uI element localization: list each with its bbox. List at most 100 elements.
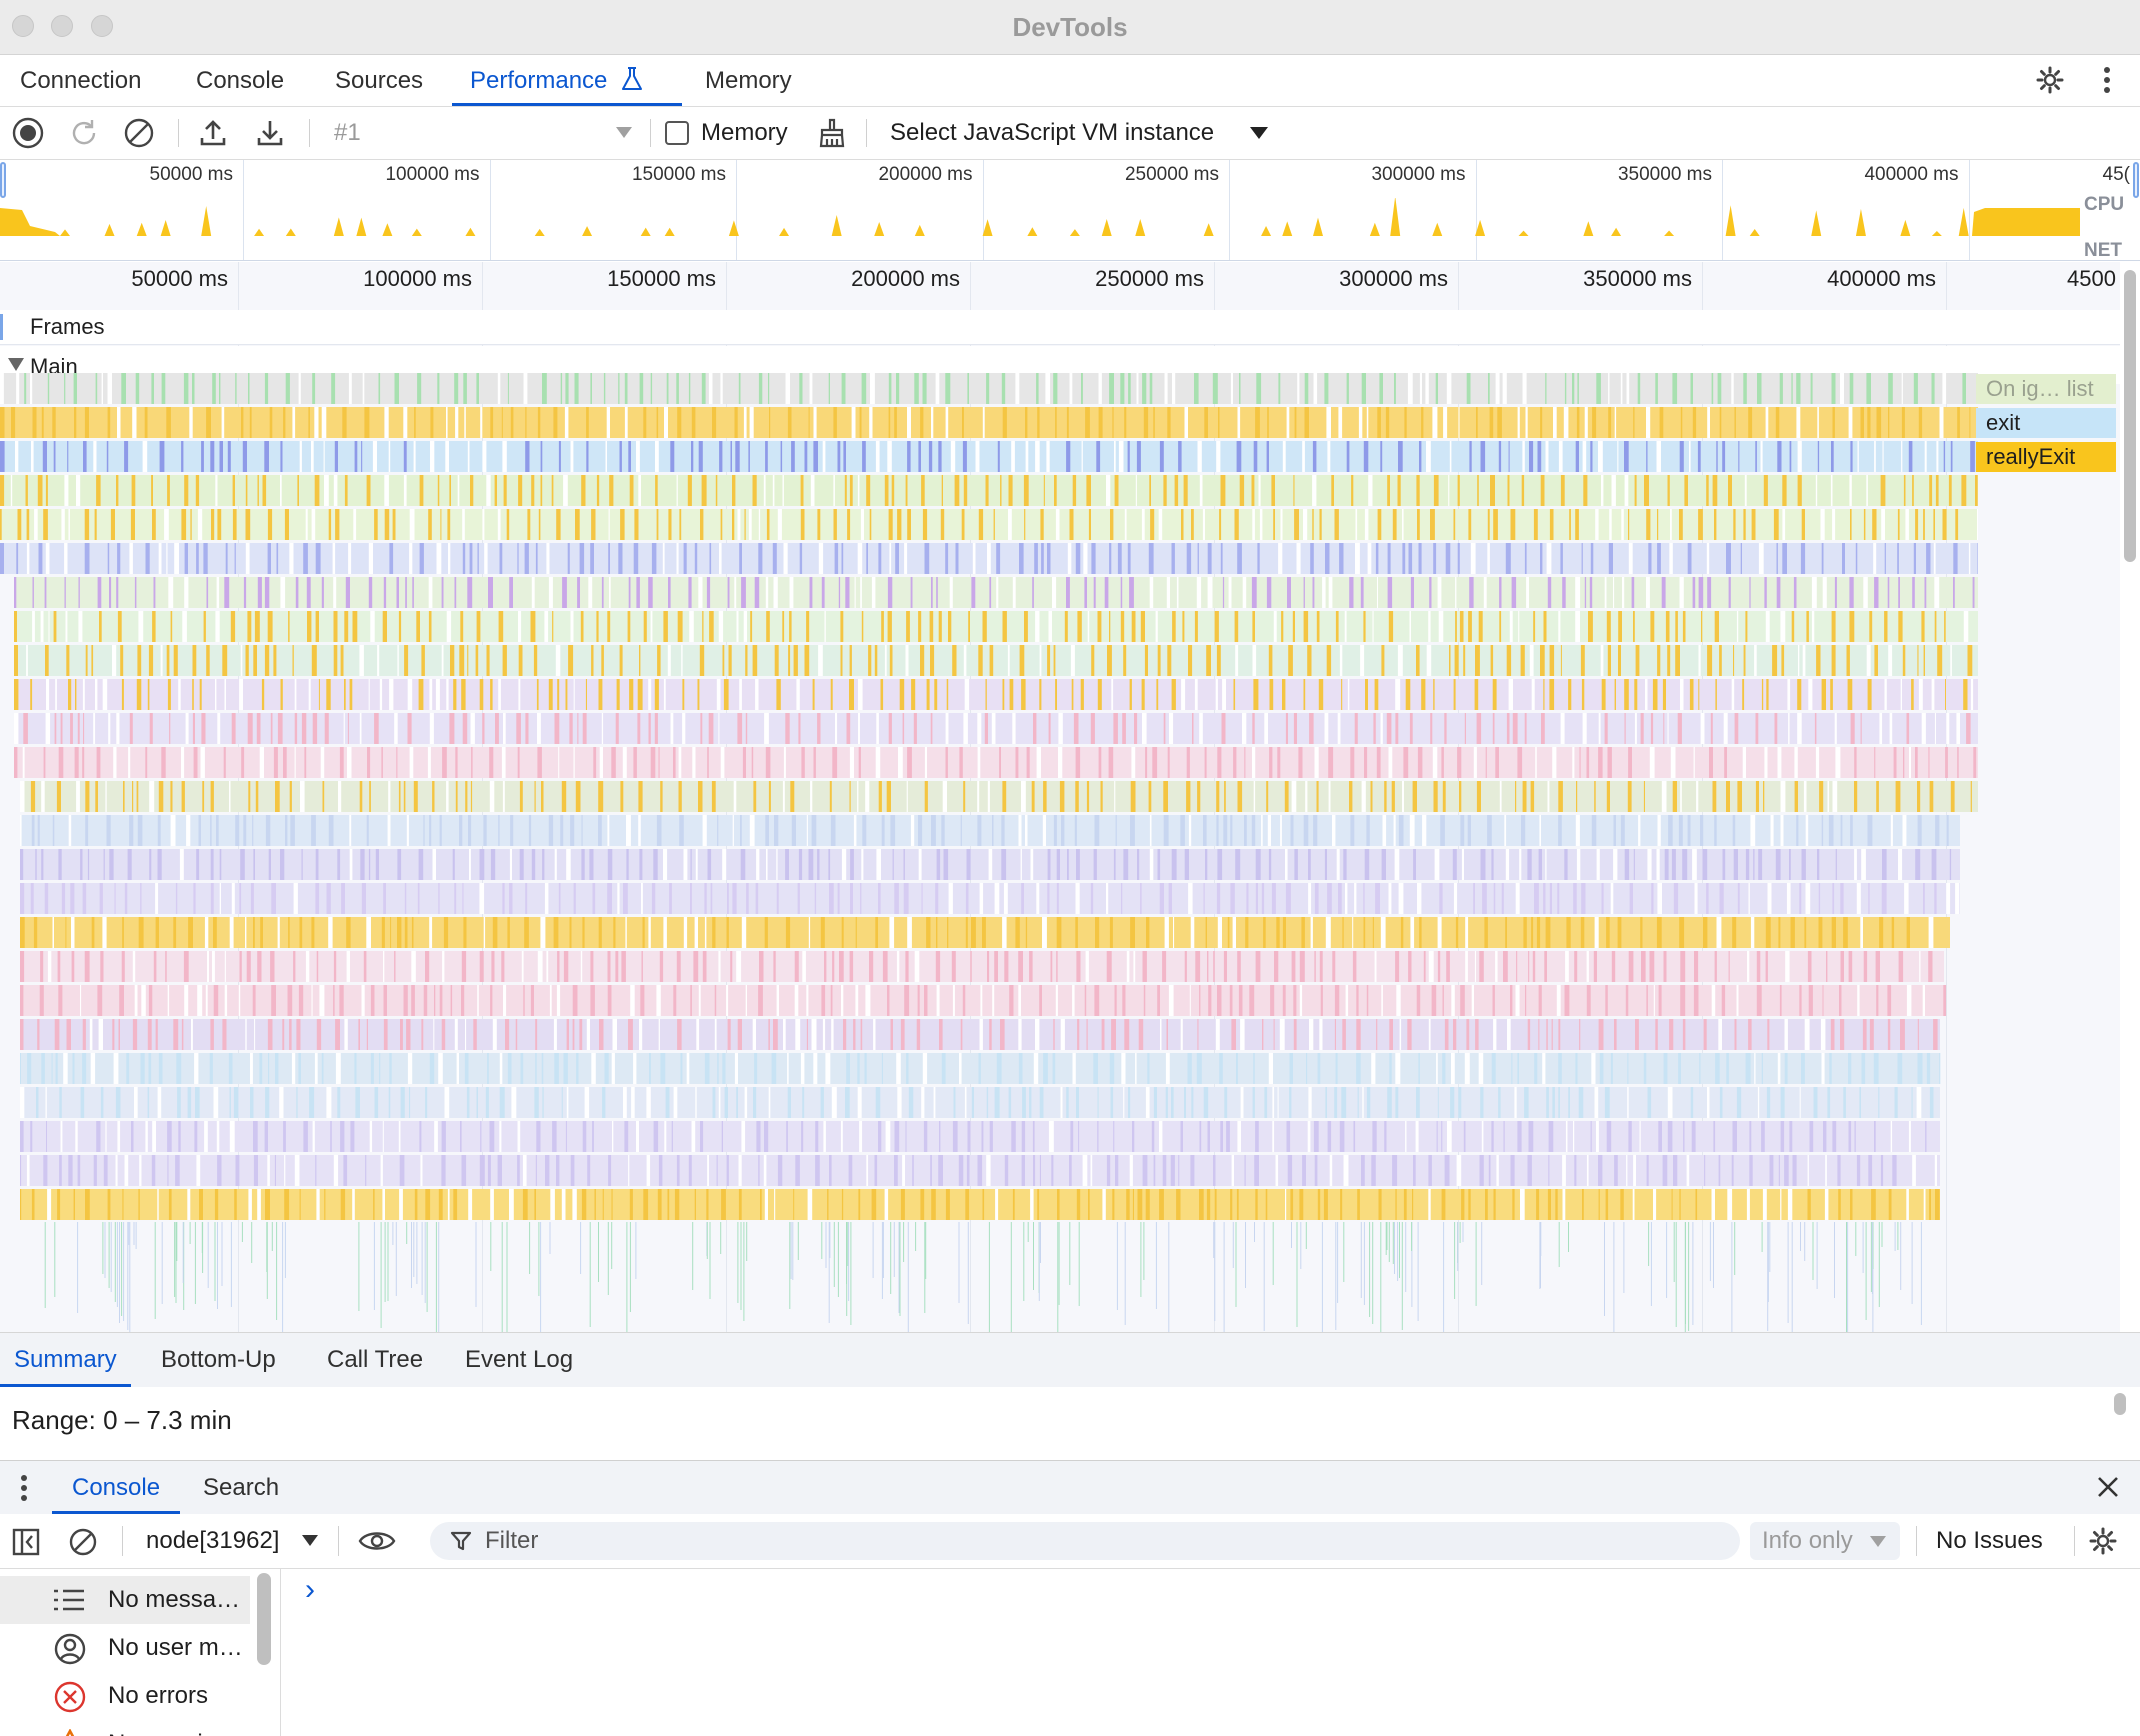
- flame-entry: [1650, 1222, 1652, 1306]
- flame-entry: [1521, 815, 1526, 846]
- overview-right-handle[interactable]: [2133, 162, 2139, 198]
- flame-entry: [1111, 679, 1114, 710]
- flame-entry-on-ignore-list[interactable]: On ig… list: [1976, 374, 2116, 404]
- console-filter-input[interactable]: Filter: [430, 1522, 1740, 1560]
- flame-entry: [773, 577, 778, 608]
- flame-entry: [1114, 985, 1117, 1016]
- flame-entry: [1148, 543, 1154, 574]
- main-thread-flame-lanes[interactable]: [0, 372, 1978, 1332]
- timeline-overview[interactable]: 50000 ms 100000 ms 150000 ms 200000 ms 25000…: [0, 160, 2140, 261]
- sidebar-item-errors[interactable]: No errors: [0, 1672, 250, 1720]
- flame-entry: [1770, 815, 1774, 846]
- flame-entry: [421, 1019, 424, 1050]
- flame-entry: [748, 441, 750, 472]
- console-prompt-chevron-icon[interactable]: ›: [305, 1573, 315, 1607]
- flame-entry: [1655, 373, 1658, 404]
- tab-memory[interactable]: Memory: [687, 55, 810, 106]
- flame-entry: [239, 679, 243, 710]
- reload-record-icon[interactable]: [67, 116, 101, 150]
- sidebar-item-user-messages[interactable]: No user m…: [0, 1624, 250, 1672]
- flame-entry: [615, 951, 619, 982]
- flame-entry: [618, 543, 623, 574]
- flame-entry: [1454, 1222, 1456, 1299]
- flame-chart[interactable]: 50000 ms 100000 ms 150000 ms 200000 ms 25000…: [0, 262, 2120, 1332]
- flame-entry: [1060, 1019, 1065, 1050]
- flame-entry: [82, 883, 87, 914]
- flame-entry: [1530, 781, 1535, 812]
- flame-entry: [61, 883, 66, 914]
- flame-entry: [71, 917, 75, 948]
- sidebar-item-warnings[interactable]: No warni…: [0, 1720, 250, 1736]
- frames-track[interactable]: Frames: [0, 310, 2120, 345]
- flame-entry: [1122, 713, 1126, 744]
- memory-checkbox[interactable]: [665, 121, 689, 145]
- flame-entry: [1706, 883, 1709, 914]
- flame-entry: [1664, 849, 1669, 880]
- flame-entry: [429, 815, 432, 846]
- live-expression-eye-icon[interactable]: [358, 1528, 396, 1554]
- timeline-scrollbar-thumb[interactable]: [2124, 270, 2136, 562]
- sidebar-toggle-icon[interactable]: [12, 1528, 40, 1556]
- flame-entry: [1363, 883, 1365, 914]
- flame-entry: [257, 577, 262, 608]
- tab-performance[interactable]: Performance: [452, 55, 682, 106]
- flame-entry: [1266, 441, 1269, 472]
- flame-entry: [1224, 781, 1226, 812]
- flame-entry: [1116, 1222, 1118, 1310]
- flame-entry: [344, 679, 346, 710]
- flame-entry: [228, 1053, 233, 1084]
- tab-event-log[interactable]: Event Log: [451, 1333, 587, 1387]
- flame-entry: [270, 713, 273, 744]
- flame-entry: [1546, 543, 1552, 574]
- flame-entry: [1818, 883, 1821, 914]
- flame-entry: [469, 543, 473, 574]
- issues-counter[interactable]: No Issues: [1936, 1514, 2043, 1568]
- flame-entry: [535, 543, 538, 574]
- record-button[interactable]: [11, 116, 45, 150]
- summary-scrollbar-thumb[interactable]: [2114, 1393, 2126, 1415]
- flame-entry: [663, 611, 668, 642]
- collect-garbage-broom-icon[interactable]: [815, 116, 849, 150]
- flame-entry: [439, 815, 442, 846]
- sidebar-scrollbar-thumb[interactable]: [257, 1573, 271, 1665]
- more-options-kebab-icon[interactable]: [2090, 63, 2124, 97]
- flame-entry: [1180, 1019, 1183, 1050]
- flame-entry-exit[interactable]: exit: [1976, 408, 2116, 438]
- flame-entry: [1310, 917, 1313, 948]
- download-profile-icon[interactable]: [253, 116, 287, 150]
- console-settings-gear-icon[interactable]: [2088, 1526, 2118, 1556]
- clear-icon[interactable]: [122, 116, 156, 150]
- tab-summary[interactable]: Summary: [0, 1333, 131, 1387]
- tab-connection[interactable]: Connection: [2, 55, 159, 106]
- flame-entry: [743, 1222, 745, 1321]
- vm-instance-select[interactable]: Select JavaScript VM instance: [878, 107, 1278, 159]
- console-output[interactable]: ›: [281, 1569, 2140, 1736]
- flame-entry: [1849, 475, 1852, 506]
- clear-console-icon[interactable]: [68, 1527, 98, 1557]
- recording-select[interactable]: #1: [322, 113, 637, 153]
- flame-entry: [311, 441, 314, 472]
- upload-profile-icon[interactable]: [196, 116, 230, 150]
- close-drawer-icon[interactable]: [2096, 1475, 2120, 1499]
- flame-entry: [118, 1019, 120, 1050]
- drawer-tab-search[interactable]: Search: [189, 1461, 293, 1514]
- flame-entry: [1470, 543, 1476, 574]
- flame-entry: [717, 1053, 719, 1084]
- flame-entry: [524, 543, 529, 574]
- drawer-menu-kebab-icon[interactable]: [20, 1475, 28, 1501]
- sidebar-item-messages[interactable]: No messa…: [0, 1576, 250, 1624]
- flame-entry: [1868, 883, 1870, 914]
- tab-bottom-up[interactable]: Bottom-Up: [147, 1333, 290, 1387]
- drawer-tab-console[interactable]: Console: [52, 1461, 181, 1514]
- flame-entry-really-exit[interactable]: reallyExit: [1976, 442, 2116, 472]
- flame-entry: [1142, 373, 1147, 404]
- context-select[interactable]: node[31962]: [136, 1514, 326, 1568]
- tab-sources[interactable]: Sources: [317, 55, 441, 106]
- timeline-scrollbar-track[interactable]: [2120, 262, 2140, 1332]
- log-levels-select[interactable]: Info only: [1750, 1522, 1900, 1560]
- overview-left-handle[interactable]: [0, 162, 6, 198]
- tab-console[interactable]: Console: [178, 55, 302, 106]
- flame-entry: [1232, 1222, 1234, 1268]
- settings-gear-icon[interactable]: [2033, 63, 2067, 97]
- tab-call-tree[interactable]: Call Tree: [313, 1333, 437, 1387]
